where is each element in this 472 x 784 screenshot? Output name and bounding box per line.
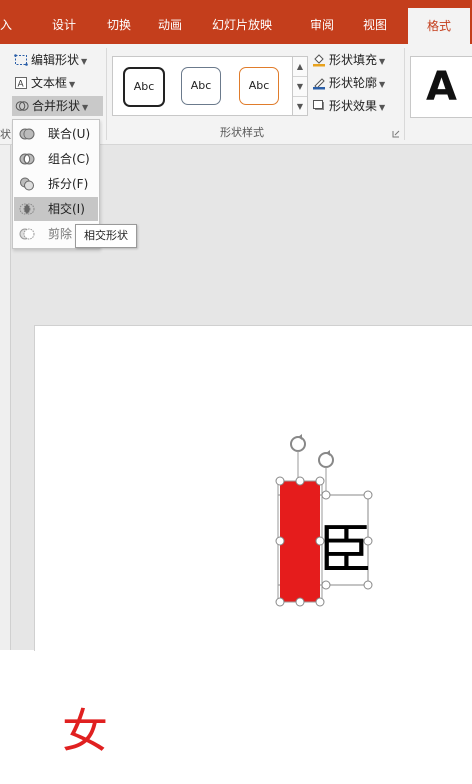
selected-shapes[interactable]: 臣 (268, 428, 388, 618)
tab-view[interactable]: 视图 (363, 0, 387, 44)
chevron-down-icon: ▼ (69, 80, 76, 89)
dialog-launcher-icon[interactable] (392, 130, 400, 138)
shape-outline-button[interactable]: 形状轮廓 ▼ (312, 73, 385, 93)
insert-shapes-group-label: 状 (0, 128, 11, 141)
chevron-down-icon: ▼ (379, 103, 386, 112)
tab-transitions[interactable]: 切换 (107, 0, 131, 44)
menu-item-intersect[interactable]: 相交(I) (14, 197, 98, 221)
tab-animations[interactable]: 动画 (158, 0, 182, 44)
shape-effects-button[interactable]: 形状效果 ▼ (312, 96, 385, 116)
group-separator (404, 48, 405, 140)
menu-item-union[interactable]: 联合(U) (14, 122, 98, 146)
wordart-style-preview[interactable]: A (410, 56, 472, 118)
text-box-label: 文本框 (31, 76, 68, 90)
shape-outline-label: 形状轮廓 (329, 76, 378, 90)
chevron-down-icon: ▼ (82, 103, 89, 112)
shape-style-gallery: Abc Abc Abc (112, 56, 294, 116)
tab-insert[interactable]: 入 (0, 0, 12, 44)
combine-icon (19, 153, 35, 165)
intersect-icon (19, 203, 35, 215)
merge-shapes-button[interactable]: 合并形状 ▼ (12, 96, 103, 116)
menu-item-combine[interactable]: 组合(C) (14, 147, 98, 171)
rotate-handle-icon[interactable] (290, 434, 306, 481)
edit-shape-icon (14, 54, 28, 66)
union-icon (19, 128, 35, 140)
pen-outline-icon (313, 78, 325, 90)
shape-effects-label: 形状效果 (329, 99, 378, 113)
group-separator (106, 48, 107, 140)
svg-text:A: A (18, 80, 25, 90)
merge-shapes-label: 合并形状 (32, 99, 81, 113)
shape-fill-button[interactable]: 形状填充 ▼ (312, 50, 385, 70)
red-rectangle-shape[interactable] (280, 481, 320, 602)
gallery-scroll: ▲ ▼ ▼ (292, 56, 308, 116)
shape-effects-icon (313, 100, 324, 110)
tab-slideshow[interactable]: 幻灯片放映 (212, 0, 272, 44)
scroll-up-icon[interactable]: ▲ (293, 57, 307, 77)
shape-fill-label: 形状填充 (329, 53, 378, 67)
edit-shape-button[interactable]: 编辑形状 ▼ (14, 50, 87, 70)
text-box-icon: A (15, 77, 27, 90)
gallery-expand-icon[interactable]: ▼ (293, 97, 307, 116)
intersect-tooltip: 相交形状 (75, 224, 137, 248)
style-preset-2[interactable]: Abc (181, 67, 221, 105)
shape-styles-group-label: 形状样式 (220, 126, 264, 139)
tab-review[interactable]: 审阅 (310, 0, 334, 44)
style-preset-3[interactable]: Abc (239, 67, 279, 105)
intersect-result-glyph: 女 (62, 704, 108, 758)
text-box-button[interactable]: A 文本框 ▼ (14, 73, 75, 93)
fragment-icon (20, 177, 34, 191)
subtract-icon (19, 228, 35, 240)
edit-shape-label: 编辑形状 (31, 53, 80, 67)
chevron-down-icon: ▼ (379, 57, 386, 66)
style-preset-1[interactable]: Abc (123, 67, 165, 107)
chevron-down-icon: ▼ (81, 57, 88, 66)
thumbnail-pane-edge (0, 145, 11, 650)
scroll-down-icon[interactable]: ▼ (293, 77, 307, 97)
menu-item-fragment[interactable]: 拆分(F) (14, 172, 98, 196)
paint-bucket-icon (313, 54, 325, 67)
slide-canvas[interactable] (34, 325, 472, 651)
rotate-handle-icon[interactable] (318, 450, 334, 495)
chevron-down-icon: ▼ (379, 80, 386, 89)
text-box-glyph[interactable]: 臣 (318, 518, 372, 581)
ribbon-tab-bar: 入 设计 切换 动画 幻灯片放映 审阅 视图 格式 (0, 0, 472, 44)
tab-format[interactable]: 格式 (408, 8, 470, 44)
merge-shapes-icon (15, 101, 29, 111)
tab-design[interactable]: 设计 (52, 0, 76, 44)
